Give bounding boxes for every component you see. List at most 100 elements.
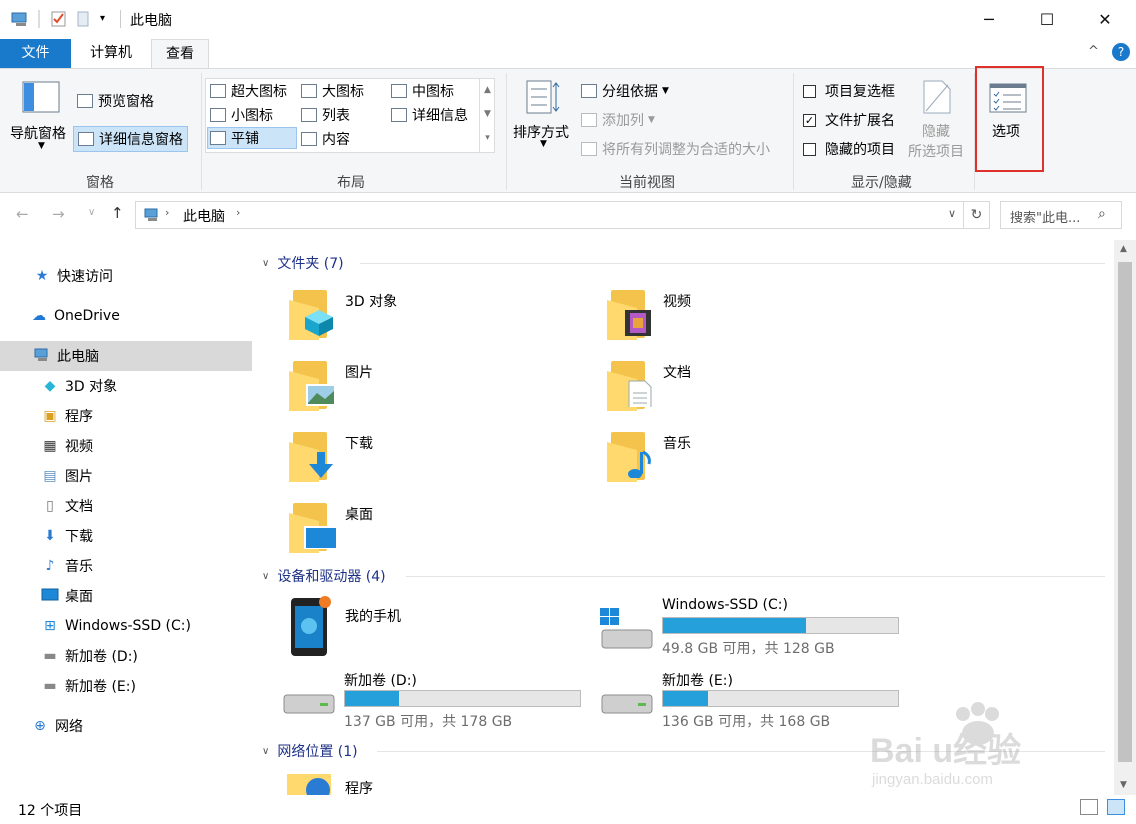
large-icons-view-icon[interactable] (1107, 799, 1125, 815)
drive-usage-fill (663, 618, 807, 633)
nav-pictures[interactable]: ▤ 图片 (0, 461, 252, 491)
scroll-up-icon[interactable]: ▲ (1120, 244, 1127, 254)
details-pane-button[interactable]: 详细信息窗格 (73, 126, 188, 152)
nav-network[interactable]: ⊕ 网络 (0, 711, 252, 741)
sort-by-button[interactable]: 排序方式 ▼ (511, 79, 575, 154)
layout-details[interactable]: 详细信息 (391, 105, 468, 125)
folder-3d-objects[interactable]: 3D 对象 (289, 288, 579, 344)
drive-d[interactable]: 新加卷 (D:) 137 GB 可用，共 178 GB (280, 667, 590, 733)
nav-desktop[interactable]: 桌面 (0, 581, 252, 611)
folder-icon (607, 430, 655, 482)
folder-documents[interactable]: 文档 (607, 359, 897, 415)
layout-medium-label: 中图标 (412, 84, 454, 100)
tab-computer[interactable]: 计算机 (76, 39, 146, 68)
search-input[interactable]: 搜索"此电... ⌕ (1000, 201, 1122, 229)
download-arrow-icon: ⬇ (44, 528, 56, 544)
drive-c[interactable]: Windows-SSD (C:) 49.8 GB 可用，共 128 GB (598, 594, 908, 660)
nav-onedrive[interactable]: ☁ OneDrive (0, 301, 252, 331)
up-arrow-icon[interactable]: ↑ (111, 204, 124, 222)
item-checkboxes-toggle[interactable]: 项目复选框 (803, 81, 895, 101)
collapse-ribbon-icon[interactable]: ^ (1088, 44, 1099, 59)
search-placeholder: 搜索"此电... (1010, 211, 1081, 226)
tab-view[interactable]: 查看 (151, 39, 209, 69)
folder-label: 图片 (345, 365, 373, 381)
options-button[interactable]: 选项 (980, 79, 1036, 159)
group-by-button[interactable]: 分组依据 ▼ (581, 81, 669, 101)
folder-icon (289, 359, 337, 411)
refresh-icon[interactable]: ↻ (964, 201, 990, 229)
details-icon (391, 108, 407, 122)
nav-label: 音乐 (65, 559, 93, 575)
nav-music[interactable]: ♪ 音乐 (0, 551, 252, 581)
properties-icon[interactable] (50, 10, 68, 28)
item-count: 12 个项目 (18, 803, 83, 819)
group-label-current-view: 当前视图 (619, 175, 675, 191)
recent-locations-icon[interactable]: ∨ (88, 207, 95, 218)
layout-medium[interactable]: 中图标 (391, 81, 454, 101)
scrollbar-thumb[interactable] (1118, 262, 1132, 762)
device-phone[interactable]: 我的手机 (289, 596, 589, 660)
nav-quick-access[interactable]: ★ 快速访问 (0, 261, 252, 291)
nav-drive-d[interactable]: ▬ 新加卷 (D:) (0, 641, 252, 671)
checkbox-checked: ✓ (803, 113, 816, 127)
nav-videos[interactable]: ▦ 视频 (0, 431, 252, 461)
minimize-button[interactable]: ─ (960, 0, 1018, 38)
layout-tiles[interactable]: 平铺 (207, 127, 297, 149)
layout-scroll[interactable]: ▲ ▼ ▾ (479, 78, 495, 153)
layout-small-label: 小图标 (231, 108, 273, 124)
layout-content[interactable]: 内容 (301, 129, 350, 149)
vertical-scrollbar[interactable]: ▲ ▼ (1114, 240, 1136, 795)
folder-icon (289, 288, 337, 340)
address-box[interactable]: › 此电脑 › ∨ (135, 201, 964, 229)
drive-e[interactable]: 新加卷 (E:) 136 GB 可用，共 168 GB (598, 667, 908, 733)
back-arrow-icon[interactable]: ← (16, 205, 29, 223)
scroll-down-icon[interactable]: ▼ (1120, 780, 1127, 790)
nav-3d-objects[interactable]: ◆ 3D 对象 (0, 371, 252, 401)
folder-desktop[interactable]: 桌面 (289, 501, 579, 557)
hidden-items-toggle[interactable]: 隐藏的项目 (803, 139, 895, 159)
forward-arrow-icon[interactable]: → (52, 205, 65, 223)
network-item-label: 程序 (345, 781, 373, 795)
folder-pictures[interactable]: 图片 (289, 359, 579, 415)
layout-list[interactable]: 列表 (301, 105, 350, 125)
checkbox-unchecked (803, 142, 816, 156)
tab-file[interactable]: 文件 (0, 39, 71, 68)
close-button[interactable]: ✕ (1076, 0, 1134, 38)
folder-music[interactable]: 音乐 (607, 430, 897, 486)
layout-content-label: 内容 (322, 132, 350, 148)
customize-quick-access-icon[interactable]: ▾ (100, 10, 112, 28)
new-folder-icon[interactable] (76, 10, 90, 28)
section-network-header[interactable]: ∨ 网络位置 (1) (262, 739, 358, 763)
group-by-icon (581, 84, 597, 98)
folder-downloads[interactable]: 下载 (289, 430, 579, 486)
preview-pane-button[interactable]: 预览窗格 (77, 91, 154, 111)
maximize-button[interactable]: ☐ (1018, 0, 1076, 38)
folder-label: 视频 (663, 294, 691, 310)
section-folders-header[interactable]: ∨ 文件夹 (7) (262, 251, 344, 275)
section-devices-header[interactable]: ∨ 设备和驱动器 (4) (262, 564, 386, 588)
group-by-label: 分组依据 (602, 84, 658, 100)
nav-downloads[interactable]: ⬇ 下载 (0, 521, 252, 551)
nav-pane-button[interactable]: 导航窗格 ▼ (10, 81, 72, 151)
breadcrumb-chevron-icon: › (236, 206, 241, 219)
drive-usage-bar (662, 690, 899, 707)
layout-extra-large[interactable]: 超大图标 (210, 81, 287, 101)
this-pc-icon (144, 208, 158, 221)
layout-large[interactable]: 大图标 (301, 81, 364, 101)
layout-small[interactable]: 小图标 (210, 105, 273, 125)
hide-selected-button[interactable]: 隐藏 所选项目 (906, 77, 970, 160)
breadcrumb[interactable]: 此电脑 (183, 206, 225, 226)
add-columns-button[interactable]: 添加列 ▼ (581, 110, 655, 130)
network-location-item[interactable]: 程序 (285, 772, 585, 795)
nav-drive-e[interactable]: ▬ 新加卷 (E:) (0, 671, 252, 701)
size-columns-button[interactable]: 将所有列调整为合适的大小 (581, 139, 770, 159)
help-icon[interactable]: ? (1112, 43, 1130, 61)
file-extensions-toggle[interactable]: ✓ 文件扩展名 (803, 110, 895, 130)
details-view-icon[interactable] (1080, 799, 1098, 815)
nav-programs[interactable]: ▣ 程序 (0, 401, 252, 431)
folder-videos[interactable]: 视频 (607, 288, 897, 344)
nav-drive-c[interactable]: ⊞ Windows-SSD (C:) (0, 611, 252, 641)
address-dropdown-icon[interactable]: ∨ (948, 207, 956, 220)
nav-documents[interactable]: ▯ 文档 (0, 491, 252, 521)
nav-this-pc[interactable]: 此电脑 (0, 341, 252, 371)
